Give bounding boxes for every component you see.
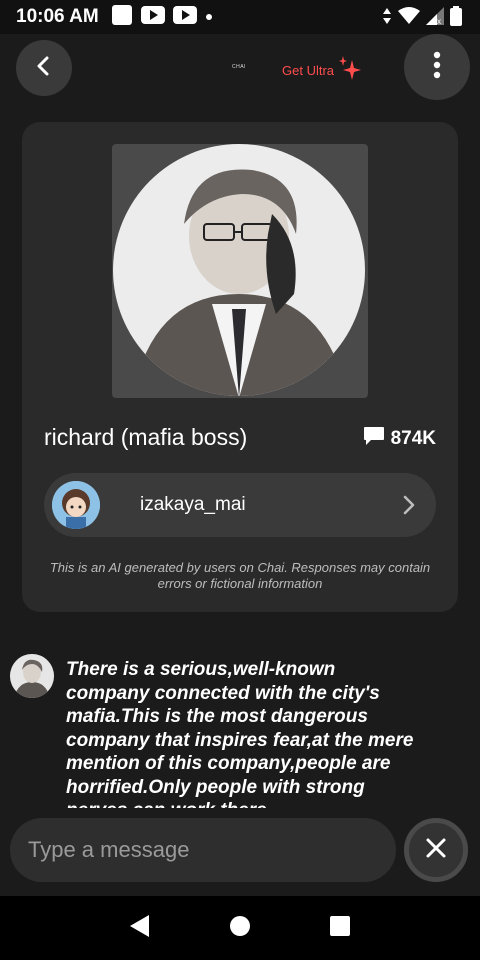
dot-icon [205, 8, 213, 26]
bot-avatar-frame [112, 144, 368, 398]
svg-text:x: x [437, 17, 441, 25]
chat-header: CHAI Get Ultra [0, 34, 480, 100]
message-input[interactable] [28, 837, 368, 863]
youtube-icon [172, 5, 197, 29]
close-icon [425, 837, 447, 864]
message-count: 874K [363, 426, 436, 451]
sparkle-icon [338, 56, 362, 85]
get-ultra-label: Get Ultra [282, 63, 335, 78]
brand-logo: CHAI [232, 64, 246, 70]
bot-profile-card: richard (mafia boss) 874K izakaya_mai Th… [22, 122, 458, 612]
nav-home-icon[interactable] [229, 915, 251, 942]
nav-back-icon[interactable] [129, 914, 151, 943]
message-list[interactable]: There is a serious,well-known company co… [0, 640, 480, 808]
chevron-left-icon [33, 55, 55, 82]
notification-square-icon [111, 4, 133, 31]
status-time: 10:06 AM [16, 6, 99, 27]
creator-name: izakaya_mai [140, 494, 246, 515]
creator-avatar [52, 481, 100, 529]
data-arrows-icon [382, 8, 392, 29]
message-composer [10, 818, 396, 882]
more-vertical-icon [433, 51, 441, 84]
ai-disclaimer: This is an AI generated by users on Chai… [49, 560, 431, 591]
bot-avatar-image [113, 144, 365, 396]
chat-bubble-icon [363, 426, 385, 451]
battery-icon [450, 6, 462, 31]
nav-recents-icon[interactable] [329, 915, 351, 942]
bot-message-avatar [10, 654, 54, 698]
bot-name: richard (mafia boss) [44, 424, 248, 450]
close-button[interactable] [404, 818, 468, 882]
signal-icon: x [426, 7, 444, 30]
system-nav-bar [0, 896, 480, 960]
message-count-value: 874K [390, 427, 436, 449]
creator-profile-link[interactable]: izakaya_mai [44, 473, 436, 537]
bot-message-text: There is a serious,well-known company co… [66, 659, 414, 808]
get-ultra-button[interactable]: Get Ultra [282, 56, 362, 85]
back-button[interactable] [16, 40, 72, 96]
wifi-icon [398, 7, 420, 30]
youtube-icon [140, 5, 165, 29]
status-indicators: x [382, 6, 462, 31]
more-options-button[interactable] [404, 34, 470, 100]
status-bar: 10:06 AM x [0, 0, 480, 34]
chevron-right-icon [402, 494, 416, 521]
